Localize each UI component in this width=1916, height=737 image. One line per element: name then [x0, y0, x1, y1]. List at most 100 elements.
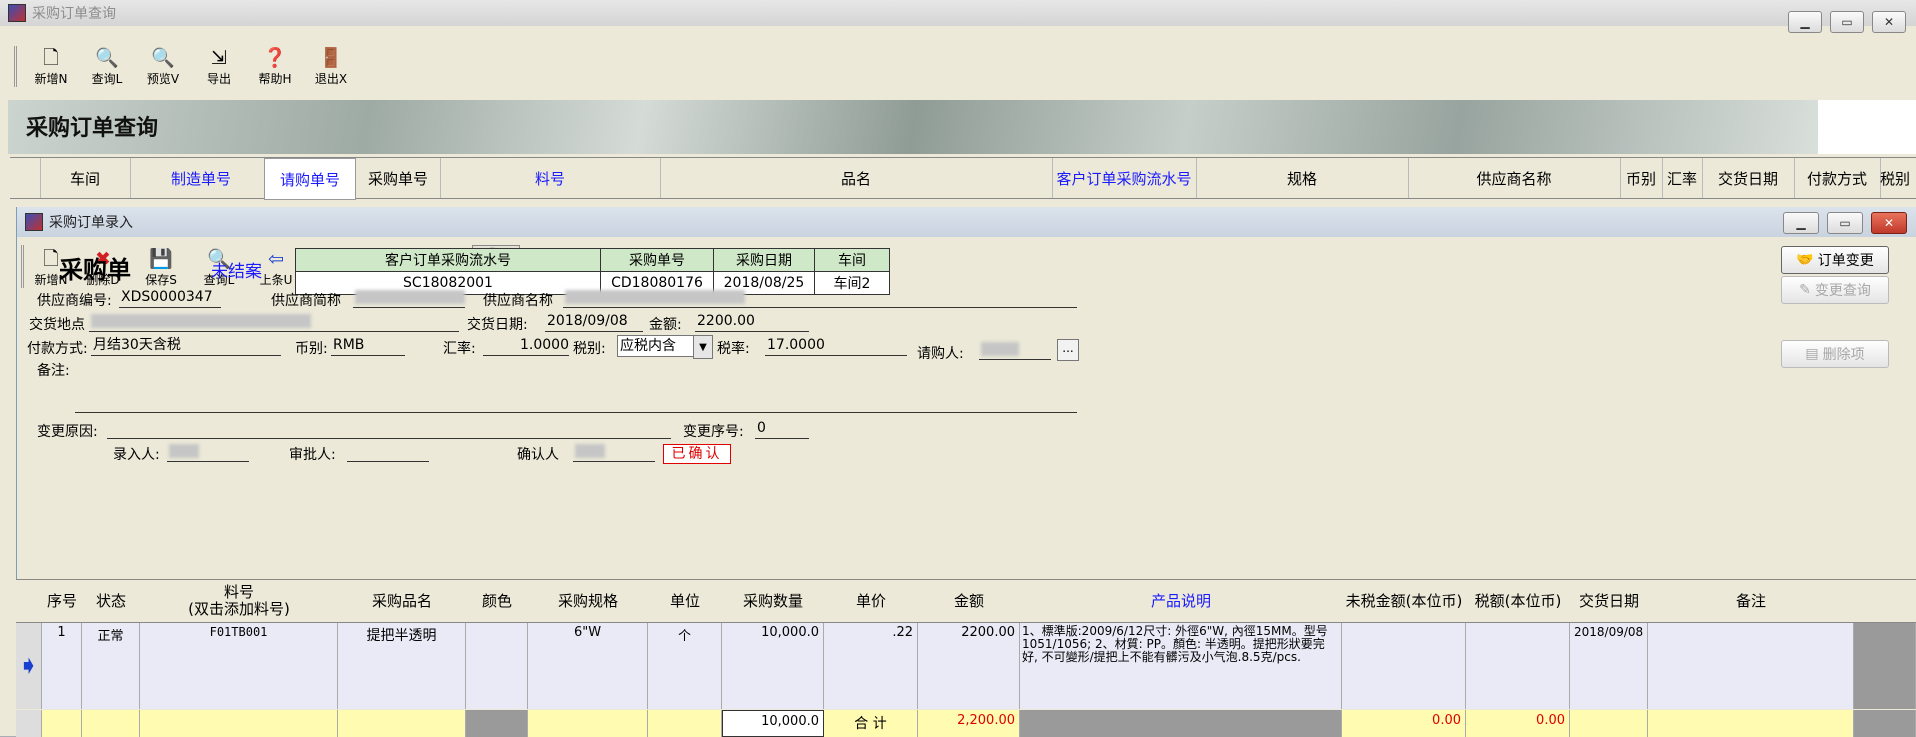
maximize-button[interactable]: ▭ — [1830, 11, 1864, 33]
toolbar-save-button[interactable]: 💾 保存S — [132, 247, 190, 288]
col-mfg-no[interactable]: 制造单号 — [130, 158, 273, 198]
cell-unit[interactable]: 个 — [648, 623, 722, 709]
requester-picker-button[interactable]: ... — [1057, 339, 1079, 361]
col-request-no[interactable]: 请购单号 — [264, 158, 356, 200]
change-seq-field[interactable]: 0 — [755, 418, 809, 439]
entered-by-field[interactable] — [167, 441, 249, 462]
info-header-po-date: 采购日期 — [713, 248, 815, 272]
toolbar-new-button[interactable]: 🗋 新增N — [23, 46, 79, 87]
redacted-text — [91, 314, 311, 328]
col-item-no[interactable]: 料号 (双击添加料号) — [140, 580, 339, 623]
cell-remark[interactable] — [1648, 623, 1854, 709]
col-product-name[interactable]: 采购品名 — [338, 580, 467, 623]
col-currency[interactable]: 币别 — [1620, 158, 1663, 198]
cell-spec[interactable]: 6"W — [528, 623, 648, 709]
footer-cell — [648, 710, 722, 737]
toolbar-export-button[interactable]: ⇲ 导出 — [191, 46, 247, 87]
new-doc-icon: 🗋 — [43, 47, 59, 69]
tax-type-select[interactable]: 应税内含 — [617, 335, 701, 357]
window-title: 采购订单查询 — [32, 6, 116, 22]
supplier-short-field[interactable] — [353, 287, 465, 308]
col-po-no[interactable]: 采购单号 — [356, 158, 441, 198]
row-selector[interactable]: ➧ — [16, 623, 42, 709]
supplier-name-field[interactable] — [563, 287, 1077, 308]
delivery-place-field[interactable] — [89, 311, 459, 332]
col-unit[interactable]: 单位 — [648, 580, 723, 623]
cell-status[interactable]: 正常 — [82, 623, 140, 709]
col-product-name[interactable]: 品名 — [660, 158, 1053, 198]
col-supplier-name[interactable]: 供应商名称 — [1408, 158, 1621, 198]
col-delivery-date[interactable]: 交货日期 — [1570, 580, 1649, 623]
supplier-code-field[interactable]: XDS0000347 — [119, 287, 221, 308]
col-spec[interactable]: 采购规格 — [528, 580, 649, 623]
remark-field[interactable] — [75, 392, 1077, 413]
change-reason-field[interactable] — [107, 418, 671, 439]
col-tax-type[interactable]: 税别 — [1880, 158, 1916, 198]
toolbar-help-button[interactable]: ❓ 帮助H — [247, 46, 303, 87]
col-status[interactable]: 状态 — [82, 580, 141, 623]
toolbar-query-button[interactable]: 🔍 查询L — [79, 46, 135, 87]
toolbar-exit-button[interactable]: 🚪 退出X — [303, 46, 359, 87]
cell-tax[interactable] — [1466, 623, 1570, 709]
query-window-titlebar: 采购订单查询 — [0, 0, 1916, 26]
chevron-down-icon[interactable]: ▼ — [693, 335, 713, 359]
col-spec[interactable]: 规格 — [1196, 158, 1409, 198]
amount-field[interactable]: 2200.00 — [695, 311, 809, 332]
cell-qty[interactable]: 10,000.0 — [722, 623, 824, 709]
delete-item-button[interactable]: ▤ 删除项 — [1781, 340, 1889, 368]
confirmer-label: 确认人 — [517, 447, 559, 463]
col-description[interactable]: 产品说明 — [1020, 580, 1343, 623]
col-price[interactable]: 单价 — [824, 580, 919, 623]
requester-field[interactable] — [979, 339, 1051, 360]
cell-seq[interactable]: 1 — [42, 623, 82, 709]
confirmer-field[interactable] — [573, 441, 655, 462]
query-icon: 🔍 — [95, 47, 119, 69]
cell-color[interactable] — [466, 623, 528, 709]
cell-delivery-date[interactable]: 2018/09/08 — [1570, 623, 1648, 709]
col-customer-order-serial[interactable]: 客户订单采购流水号 — [1052, 158, 1197, 198]
supplier-code-label: 供应商编号: — [37, 293, 112, 309]
col-qty[interactable]: 采购数量 — [722, 580, 825, 623]
col-untaxed[interactable]: 未税金额(本位币) — [1342, 580, 1467, 623]
cell-price[interactable]: .22 — [824, 623, 918, 709]
maximize-button[interactable]: ▭ — [1827, 212, 1863, 234]
footer-cell — [1570, 710, 1648, 737]
col-item-no[interactable]: 料号 — [440, 158, 661, 198]
cell-description[interactable]: 1、標準版:2009/6/12尺寸: 外徑6"W, 內徑15MM。型号1051/… — [1020, 623, 1342, 709]
col-color[interactable]: 颜色 — [466, 580, 529, 623]
cell-untaxed[interactable] — [1342, 623, 1466, 709]
footer-amount-total: 2,200.00 — [918, 710, 1020, 737]
col-delivery-date[interactable]: 交货日期 — [1702, 158, 1795, 198]
cell-item-no[interactable]: F01TB001 — [140, 623, 338, 709]
tax-rate-field[interactable]: 17.0000 — [765, 335, 907, 356]
toolbar-preview-button[interactable]: 🔍 预览V — [135, 46, 191, 87]
col-workshop[interactable]: 车间 — [40, 158, 131, 198]
close-button[interactable]: ✕ — [1871, 212, 1907, 234]
change-query-button[interactable]: ✎ 变更查询 — [1781, 276, 1889, 304]
col-tax[interactable]: 税额(本位币) — [1466, 580, 1571, 623]
minimize-button[interactable]: ▁ — [1788, 11, 1822, 33]
list-icon: ▤ — [1805, 346, 1819, 362]
confirmed-stamp: 已确认 — [663, 444, 731, 464]
col-remark[interactable]: 备注 — [1648, 580, 1855, 623]
rate-field[interactable]: 1.0000 — [483, 335, 569, 356]
col-amount[interactable]: 金额 — [918, 580, 1021, 623]
query-banner: 采购订单查询 — [8, 100, 1818, 154]
redacted-text — [981, 342, 1019, 356]
rate-label: 汇率: — [443, 341, 476, 357]
payment-field[interactable]: 月结30天含税 — [91, 335, 281, 356]
delivery-date-field[interactable]: 2018/09/08 — [545, 311, 643, 332]
redacted-text — [355, 290, 465, 304]
minimize-button[interactable]: ▁ — [1783, 212, 1819, 234]
currency-field[interactable]: RMB — [331, 335, 405, 356]
col-seq[interactable]: 序号 — [42, 580, 83, 623]
col-rate[interactable]: 汇率 — [1662, 158, 1703, 198]
cell-amount[interactable]: 2200.00 — [918, 623, 1020, 709]
info-header-serial: 客户订单采购流水号 — [295, 248, 601, 272]
cell-product-name[interactable]: 提把半透明 — [338, 623, 466, 709]
col-payment[interactable]: 付款方式 — [1794, 158, 1881, 198]
form-heading: 采购单 — [59, 255, 131, 284]
order-change-button[interactable]: 🤝 订单变更 — [1781, 246, 1889, 274]
close-button[interactable]: ✕ — [1872, 11, 1906, 33]
approver-field[interactable] — [347, 441, 429, 462]
